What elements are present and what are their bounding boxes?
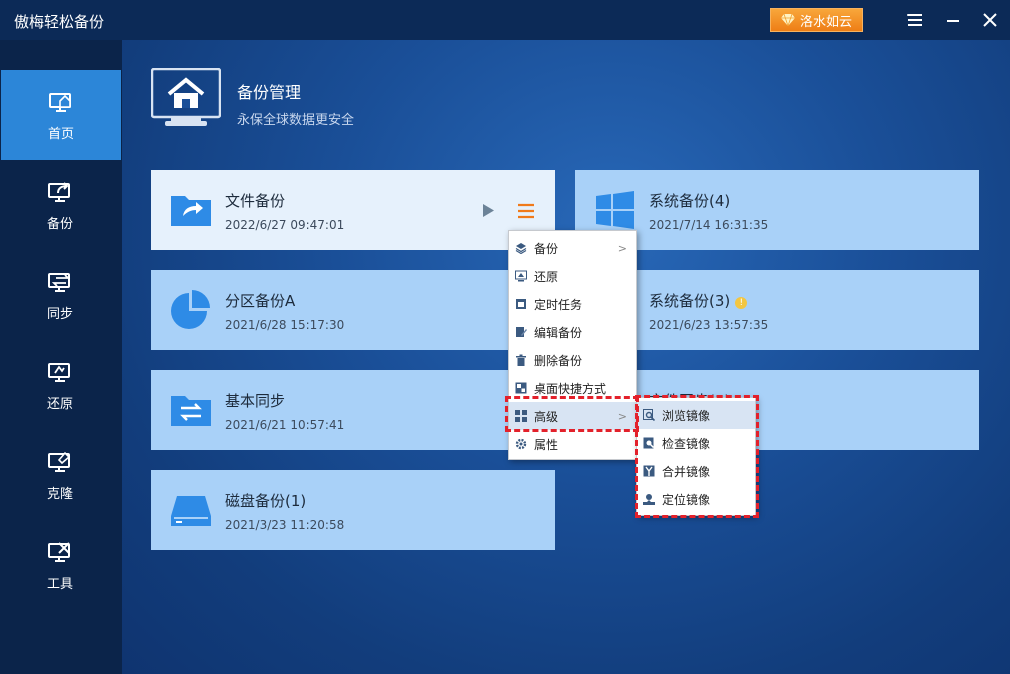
menu-item-advanced[interactable]: 高级 > [509,402,636,430]
warning-icon: ! [735,297,748,309]
sidebar-item-label: 工具 [46,576,73,592]
menu-item-locate-image[interactable]: 定位镜像 [637,485,755,513]
task-date: 2021/6/21 10:57:41 [225,418,345,432]
upgrade-label: 洛水如云 [799,14,852,30]
task-name: 分区备份A [225,292,296,310]
menu-item-schedule[interactable]: 定时任务 [509,290,636,318]
chevron-right-icon: > [617,410,627,423]
page-subtitle: 永保全球数据更安全 [237,113,355,128]
task-date: 2021/6/23 13:57:35 [649,318,769,332]
restore-small-icon [515,270,527,282]
gear-icon [515,438,527,450]
task-name: 磁盘备份(1) [225,492,307,510]
diamond-icon [780,14,795,26]
sidebar-item-label: 同步 [46,306,73,322]
menu-item-delete-backup[interactable]: 删除备份 [509,346,636,374]
upgrade-button[interactable]: 洛水如云 [770,8,863,32]
windows-icon [596,191,634,229]
sidebar-item-label: 克隆 [46,486,73,502]
sidebar-item-label: 首页 [47,126,74,142]
context-menu: 备份 > 还原 定时任务 编辑备份 删除备份 桌面快捷方式 高级 > 属性 [508,230,637,460]
menu-icon[interactable] [517,203,535,219]
backup-task-card[interactable]: 磁盘备份(1) 2021/3/23 11:20:58 [151,470,555,550]
backup-icon [48,181,70,202]
merge-image-icon [643,465,655,477]
page-title: 备份管理 [237,83,302,102]
sidebar-item-restore[interactable]: 还原 [0,340,120,430]
menu-item-merge-image[interactable]: 合并镜像 [637,457,755,485]
backup-task-card[interactable]: 基本同步 2021/6/21 10:57:41 [151,370,555,450]
menu-item-explore-image[interactable]: 浏览镜像 [637,401,755,429]
sidebar-item-sync[interactable]: 同步 [0,250,120,340]
menu-item-check-image[interactable]: 检查镜像 [637,429,755,457]
chevron-right-icon: > [617,242,627,255]
task-date: 2021/7/14 16:31:35 [649,218,769,232]
sync-icon [48,272,71,292]
layers-icon [515,243,527,254]
sidebar-item-home[interactable]: 首页 [1,70,121,160]
pie-chart-icon [171,290,210,329]
disk-icon [171,496,211,526]
minimize-icon[interactable] [941,8,965,32]
explore-image-icon [643,409,655,421]
sidebar-item-clone[interactable]: 克隆 [0,430,120,520]
menu-item-restore[interactable]: 还原 [509,262,636,290]
menu-item-backup[interactable]: 备份 > [509,234,636,262]
close-icon[interactable] [978,8,1002,32]
task-date: 2022/6/27 09:47:01 [225,218,345,232]
menu-icon[interactable] [903,8,927,32]
task-name: 系统备份(3)! [649,290,748,311]
grid-icon [515,410,527,422]
shortcut-icon [515,382,527,394]
task-name: 文件备份 [225,192,286,210]
backup-task-card[interactable]: 文件备份 2022/6/27 09:47:01 [151,170,555,250]
edit-icon [516,327,527,337]
sidebar-item-backup[interactable]: 备份 [0,160,120,250]
trash-icon [516,354,526,366]
advanced-submenu: 浏览镜像 检查镜像 合并镜像 定位镜像 [636,397,756,516]
app-title: 傲梅轻松备份 [14,13,105,31]
menu-item-properties[interactable]: 属性 [509,430,636,458]
sidebar-item-tools[interactable]: 工具 [0,520,120,610]
play-icon[interactable] [482,204,494,217]
sidebar-item-label: 备份 [46,216,73,232]
home-monitor-icon [49,92,71,112]
home-monitor-icon [151,68,221,126]
task-date: 2021/6/28 15:17:30 [225,318,345,332]
title-bar: 傲梅轻松备份 洛水如云 [0,0,1010,40]
locate-image-icon [643,494,655,505]
tools-icon [48,541,70,562]
check-image-icon [643,437,655,449]
calendar-icon [516,299,526,309]
folder-sync-icon [171,396,211,426]
task-date: 2021/3/23 11:20:58 [225,518,345,532]
restore-icon [48,362,70,382]
sidebar: 首页 备份 同步 还原 克隆 工具 [0,40,122,674]
backup-task-card[interactable]: 分区备份A 2021/6/28 15:17:30 [151,270,555,350]
menu-item-edit-backup[interactable]: 编辑备份 [509,318,636,346]
task-name: 基本同步 [225,392,286,410]
folder-share-icon [171,196,211,226]
clone-icon [48,451,71,472]
task-name: 系统备份(4) [649,192,731,210]
menu-item-desktop-shortcut[interactable]: 桌面快捷方式 [509,374,636,402]
sidebar-item-label: 还原 [46,396,73,412]
